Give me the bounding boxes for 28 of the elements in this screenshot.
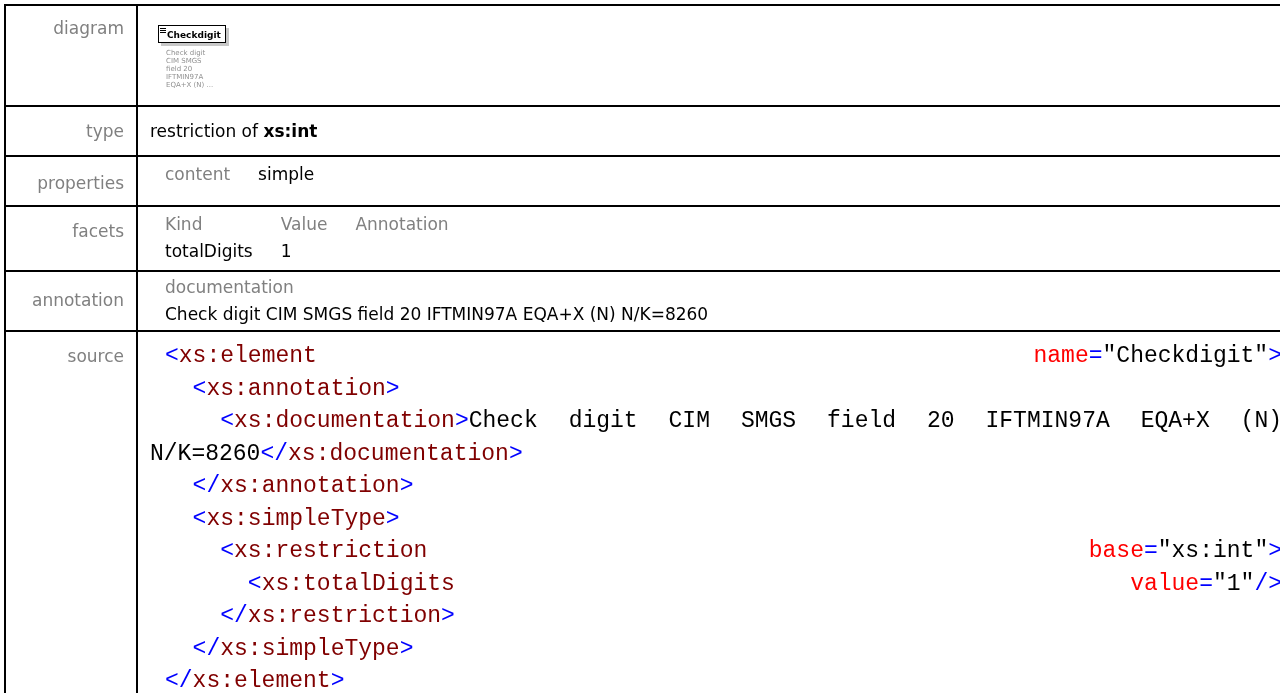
source-code-line: </xs:restriction>	[219, 602, 456, 631]
annotation-heading: documentation	[165, 277, 294, 297]
source-code-line: <xs:documentation>Check digit CIM SMGS field 20 IFTMIN97A EQA+X (N) N/K=8260</xs:documentation>	[150, 407, 1280, 469]
element-box[interactable]: Checkdigit	[158, 25, 226, 43]
row-label: properties	[37, 173, 124, 193]
source-code-line: <xs:annotation>	[191, 374, 401, 404]
table-cell: 1	[280, 241, 292, 261]
annotation-text: Check digit CIM SMGS field 20 IFTMIN97A EQA+X (N) N/K=8260	[165, 304, 709, 324]
column-header: Annotation	[355, 214, 449, 234]
column-header: Kind	[165, 214, 203, 234]
property-key: content	[165, 164, 231, 184]
source-code-line: </xs:annotation>	[191, 472, 415, 501]
row-label: source	[67, 346, 124, 366]
source-code-line: </xs:element>	[164, 667, 346, 693]
source-code-line: <xs:restriction base="xs:int">	[219, 537, 1280, 566]
source-code-line: <xs:simpleType>	[191, 504, 401, 534]
source-code-line: <xs:element name="Checkdigit">	[164, 342, 1280, 371]
type-text: restriction of xs:int	[150, 121, 318, 141]
property-value: simple	[258, 164, 315, 184]
row-label: diagram	[53, 18, 124, 38]
row-label: facets	[72, 221, 124, 241]
row-label: type	[86, 121, 124, 141]
column-header: Value	[280, 214, 328, 234]
row-label: annotation	[32, 290, 124, 310]
source-code-line: <xs:totalDigits value="1"/>	[246, 569, 1280, 599]
lines-icon	[160, 28, 166, 33]
source-code-line: </xs:simpleType>	[191, 634, 415, 664]
table-cell: totalDigits	[165, 241, 253, 261]
